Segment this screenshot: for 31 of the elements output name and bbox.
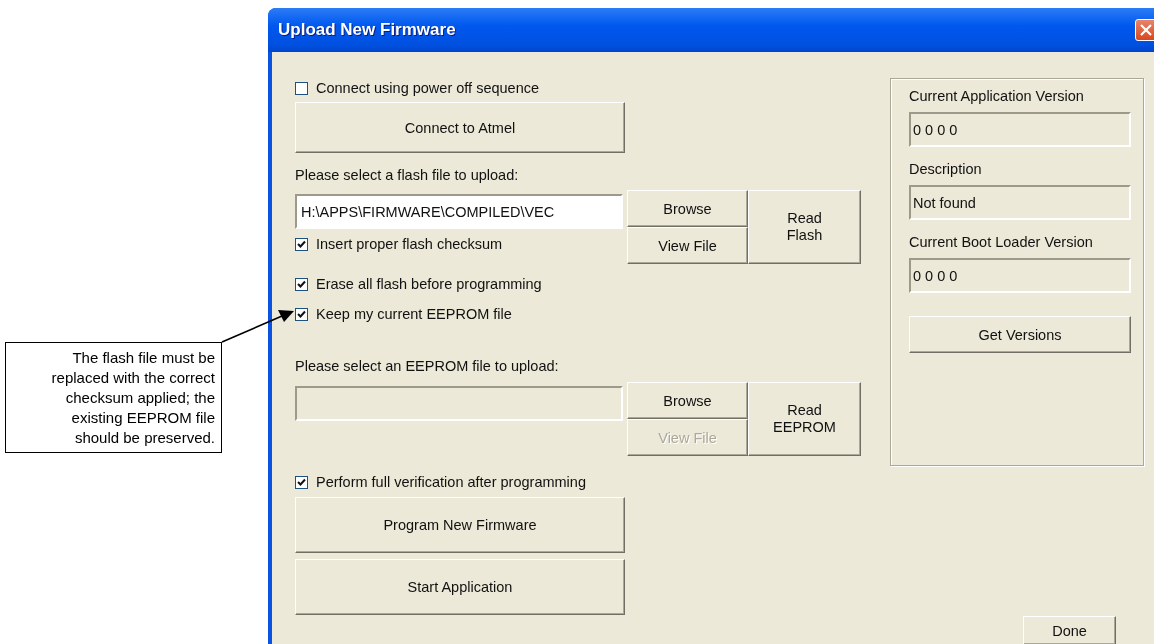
checkbox[interactable] xyxy=(295,307,308,321)
checkbox-label: Erase all flash before programming xyxy=(316,276,542,292)
flash-file-label: Please select a flash file to upload: xyxy=(295,167,520,183)
file-path-field[interactable]: H:\APPS\FIRMWARE\COMPILED\VEC xyxy=(295,194,623,229)
close-icon xyxy=(1140,24,1152,36)
version-label: Description xyxy=(909,161,983,177)
checkbox-label: Insert proper flash checksum xyxy=(316,236,503,252)
version-field: 0 0 0 0 xyxy=(909,258,1131,293)
get-versions-button[interactable]: Get Versions xyxy=(909,316,1131,353)
close-button[interactable] xyxy=(1135,19,1154,41)
checkbox-label: Connect using power off sequence xyxy=(316,80,540,96)
version-label: Current Application Version xyxy=(909,88,1085,104)
browse-button[interactable]: Browse xyxy=(627,190,748,227)
version-field: 0 0 0 0 xyxy=(909,112,1131,147)
view-file-button[interactable]: View File xyxy=(627,227,748,264)
callout-note: The flash file must be replaced with the correct checksum applied; the existing EEPROM file should be preserved. xyxy=(5,342,222,453)
action-button[interactable]: Program New Firmware xyxy=(295,497,625,553)
checkbox[interactable] xyxy=(295,277,308,291)
action-button[interactable]: Start Application xyxy=(295,559,625,615)
checkbox-label: Perform full verification after programming xyxy=(316,474,586,490)
checkbox[interactable] xyxy=(295,475,308,489)
window-title: Upload New Firmware xyxy=(278,20,456,40)
done-button[interactable]: Done xyxy=(1023,616,1116,644)
connect-button[interactable]: Connect to Atmel xyxy=(295,102,625,153)
version-field: Not found xyxy=(909,185,1131,220)
version-label: Current Boot Loader Version xyxy=(909,234,1094,250)
checkbox-label: Keep my current EEPROM file xyxy=(316,306,512,322)
checkbox[interactable] xyxy=(295,237,308,251)
eeprom-file-label: Please select an EEPROM file to upload: xyxy=(295,358,560,374)
checkbox[interactable] xyxy=(295,81,308,95)
read-button[interactable]: Read Flash xyxy=(748,190,861,264)
